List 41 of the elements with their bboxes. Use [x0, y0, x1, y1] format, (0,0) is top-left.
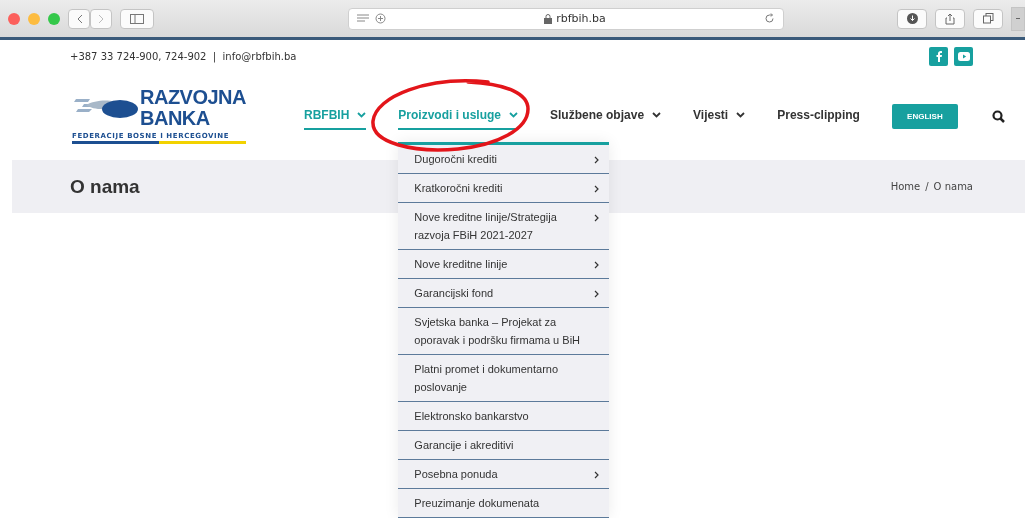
nav-link[interactable]: Službene objave: [550, 102, 662, 130]
download-icon: [906, 13, 918, 24]
breadcrumb-separator: /: [925, 181, 929, 192]
download-button[interactable]: [897, 8, 927, 29]
nav-link[interactable]: Press-clipping: [777, 102, 860, 130]
menu-item[interactable]: Nove kreditne linije/Strategija razvoja FBiH 2021-2027: [398, 203, 610, 250]
chevron-left-icon: [75, 13, 83, 24]
menu-item[interactable]: Platni promet i dokumentarno poslovanje: [398, 355, 610, 402]
logo-title: BANKA: [140, 108, 211, 129]
menu-item[interactable]: Svjetska banka – Projekat za oporavak i podršku firmama u BiH: [398, 308, 610, 355]
menu-item[interactable]: Posebna ponuda: [398, 460, 610, 489]
menu-item[interactable]: Garancije i akreditivi: [398, 431, 610, 460]
search-icon[interactable]: [991, 109, 1005, 123]
sidebar-button[interactable]: [120, 8, 154, 29]
address-bar[interactable]: rbfbih.ba: [348, 7, 784, 30]
share-icon: [945, 12, 955, 25]
menu-item[interactable]: Garancijski fond: [398, 279, 610, 308]
chevron-right-icon: [97, 13, 105, 24]
reader-icon: [357, 14, 369, 23]
reload-icon[interactable]: [764, 13, 775, 24]
page-title: O nama: [70, 175, 140, 198]
url-text: rbfbih.ba: [556, 12, 606, 25]
close-window-button[interactable]: [8, 12, 20, 25]
zoom-window-button[interactable]: [48, 12, 60, 25]
tabs-button[interactable]: [973, 8, 1003, 29]
sidebar-icon: [130, 13, 144, 24]
back-button[interactable]: [68, 8, 90, 29]
lock-icon: [544, 13, 553, 24]
menu-item[interactable]: Elektronsko bankarstvo: [398, 402, 610, 431]
youtube-icon[interactable]: [954, 46, 973, 66]
menu-item[interactable]: Preuzimanje dokumenata: [398, 489, 610, 518]
contact-info: +387 33 724-900, 724-902 | info@rbfbih.ba: [70, 50, 297, 62]
share-button[interactable]: [935, 8, 965, 29]
menu-item[interactable]: Nove kreditne linije: [398, 250, 610, 279]
facebook-icon[interactable]: [929, 46, 948, 66]
add-icon: [375, 13, 386, 24]
nav-link[interactable]: Vijesti: [693, 102, 746, 130]
tabs-icon: [982, 13, 994, 24]
logo-title: RAZVOJNA: [140, 87, 246, 108]
breadcrumb-link[interactable]: Home: [890, 181, 921, 192]
forward-button[interactable]: [90, 8, 112, 29]
